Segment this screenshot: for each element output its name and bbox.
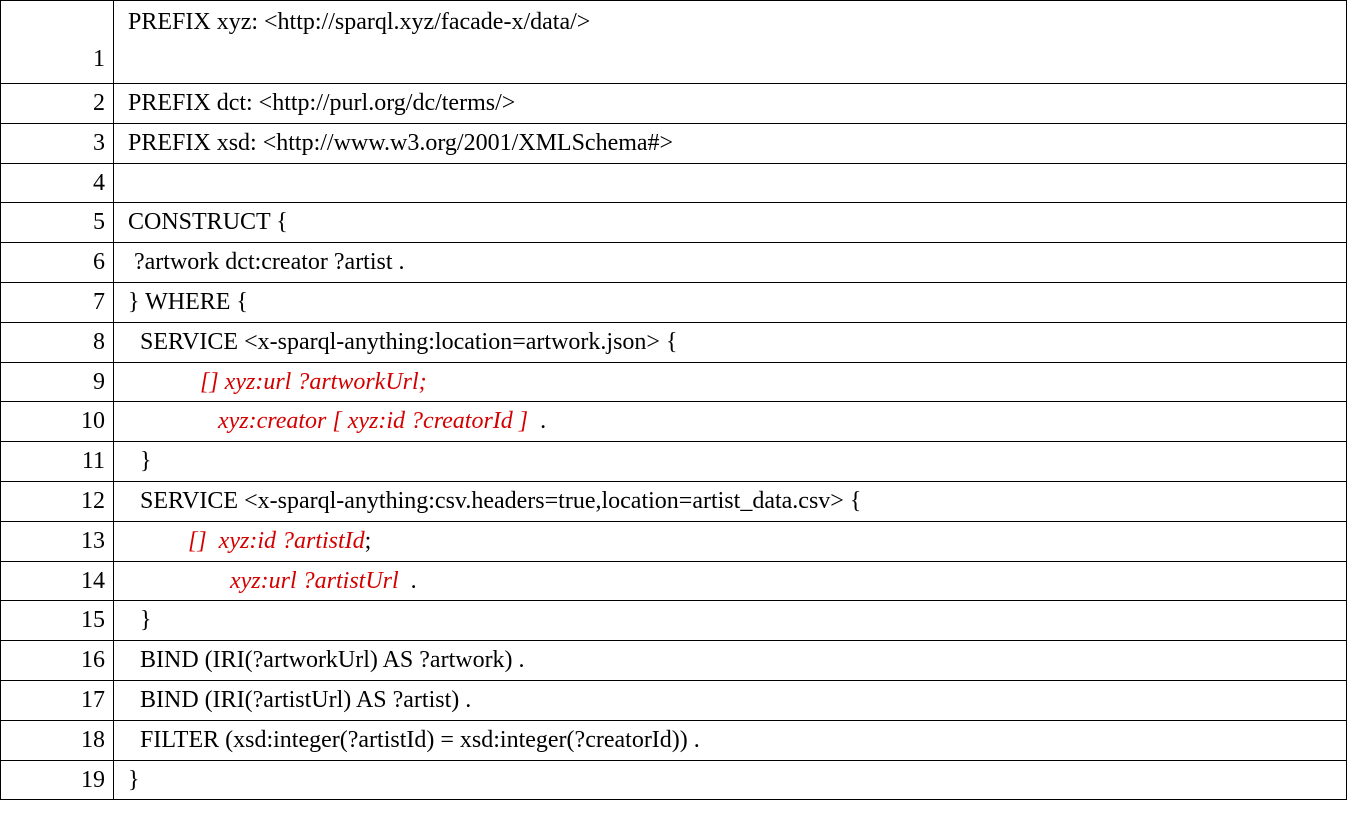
code-row: 7 } WHERE {: [1, 282, 1347, 322]
code-row: 17 BIND (IRI(?artistUrl) AS ?artist) .: [1, 680, 1347, 720]
code-content: xyz:url ?artistUrl .: [114, 561, 1347, 601]
code-row: 13 [] xyz:id ?artistId;: [1, 521, 1347, 561]
code-segment: ;: [365, 528, 372, 554]
code-segment: }: [122, 448, 152, 474]
code-segment: FILTER (xsd:integer(?artistId) = xsd:int…: [122, 727, 700, 753]
code-content: }: [114, 760, 1347, 800]
line-number: 5: [1, 203, 114, 243]
code-row: 3 PREFIX xsd: <http://www.w3.org/2001/XM…: [1, 123, 1347, 163]
code-content: [] xyz:url ?artworkUrl;: [114, 362, 1347, 402]
code-row: 5 CONSTRUCT {: [1, 203, 1347, 243]
code-content: [] xyz:id ?artistId;: [114, 521, 1347, 561]
line-number: 12: [1, 481, 114, 521]
code-segment: .: [534, 408, 546, 434]
code-segment-highlight: xyz:creator [ xyz:id ?creatorId ]: [218, 408, 534, 434]
line-number: 7: [1, 282, 114, 322]
line-number: 16: [1, 641, 114, 681]
code-segment: SERVICE <x-sparql-anything:csv.headers=t…: [122, 488, 861, 514]
code-content: PREFIX xsd: <http://www.w3.org/2001/XMLS…: [114, 123, 1347, 163]
code-segment: ?artwork dct:creator ?artist .: [122, 249, 405, 275]
line-number: 17: [1, 680, 114, 720]
line-number: 13: [1, 521, 114, 561]
code-segment: SERVICE <x-sparql-anything:location=artw…: [122, 329, 677, 355]
code-segment: .: [405, 568, 417, 594]
line-number: 11: [1, 442, 114, 482]
line-number: 6: [1, 243, 114, 283]
code-content: CONSTRUCT {: [114, 203, 1347, 243]
code-row: 1 PREFIX xyz: <http://sparql.xyz/facade-…: [1, 1, 1347, 84]
code-content: xyz:creator [ xyz:id ?creatorId ] .: [114, 402, 1347, 442]
code-row: 15 }: [1, 601, 1347, 641]
code-content: PREFIX xyz: <http://sparql.xyz/facade-x/…: [114, 1, 1347, 84]
code-segment: [122, 408, 218, 434]
code-segment: [122, 369, 200, 395]
code-row: 12 SERVICE <x-sparql-anything:csv.header…: [1, 481, 1347, 521]
line-number: 10: [1, 402, 114, 442]
code-row: 6 ?artwork dct:creator ?artist .: [1, 243, 1347, 283]
code-row: 14 xyz:url ?artistUrl .: [1, 561, 1347, 601]
code-row: 16 BIND (IRI(?artworkUrl) AS ?artwork) .: [1, 641, 1347, 681]
line-number: 18: [1, 720, 114, 760]
code-content: } WHERE {: [114, 282, 1347, 322]
code-content: FILTER (xsd:integer(?artistId) = xsd:int…: [114, 720, 1347, 760]
code-segment: }: [122, 607, 152, 633]
code-row: 8 SERVICE <x-sparql-anything:location=ar…: [1, 322, 1347, 362]
code-content: ?artwork dct:creator ?artist .: [114, 243, 1347, 283]
code-content: }: [114, 601, 1347, 641]
code-segment: BIND (IRI(?artworkUrl) AS ?artwork) .: [122, 647, 525, 673]
code-row: 10 xyz:creator [ xyz:id ?creatorId ] .: [1, 402, 1347, 442]
line-number: 14: [1, 561, 114, 601]
code-segment: PREFIX dct: <http://purl.org/dc/terms/>: [122, 90, 515, 116]
line-number: 8: [1, 322, 114, 362]
line-number: 9: [1, 362, 114, 402]
code-segment: } WHERE {: [122, 289, 248, 315]
line-number: 15: [1, 601, 114, 641]
code-content: }: [114, 442, 1347, 482]
code-content: PREFIX dct: <http://purl.org/dc/terms/>: [114, 84, 1347, 124]
code-segment: CONSTRUCT {: [122, 209, 288, 235]
code-row: 4: [1, 163, 1347, 203]
code-segment-highlight: [] xyz:id ?artistId: [188, 528, 365, 554]
line-number: 2: [1, 84, 114, 124]
line-number: 4: [1, 163, 114, 203]
code-segment: [122, 528, 188, 554]
code-content: SERVICE <x-sparql-anything:location=artw…: [114, 322, 1347, 362]
code-row: 9 [] xyz:url ?artworkUrl;: [1, 362, 1347, 402]
code-listing-table: 1 PREFIX xyz: <http://sparql.xyz/facade-…: [0, 0, 1347, 800]
line-number: 19: [1, 760, 114, 800]
code-segment-highlight: [] xyz:url ?artworkUrl;: [200, 369, 427, 395]
code-content: BIND (IRI(?artworkUrl) AS ?artwork) .: [114, 641, 1347, 681]
code-segment: BIND (IRI(?artistUrl) AS ?artist) .: [122, 687, 471, 713]
code-content: [114, 163, 1347, 203]
code-content: BIND (IRI(?artistUrl) AS ?artist) .: [114, 680, 1347, 720]
code-segment-highlight: xyz:url ?artistUrl: [230, 568, 405, 594]
code-segment: [122, 568, 230, 594]
line-number: 1: [1, 1, 114, 84]
code-segment: }: [122, 767, 140, 793]
line-number: 3: [1, 123, 114, 163]
code-row: 19 }: [1, 760, 1347, 800]
code-segment: PREFIX xyz: <http://sparql.xyz/facade-x/…: [122, 9, 590, 35]
code-row: 2 PREFIX dct: <http://purl.org/dc/terms/…: [1, 84, 1347, 124]
code-row: 18 FILTER (xsd:integer(?artistId) = xsd:…: [1, 720, 1347, 760]
code-content: SERVICE <x-sparql-anything:csv.headers=t…: [114, 481, 1347, 521]
code-row: 11 }: [1, 442, 1347, 482]
code-segment: PREFIX xsd: <http://www.w3.org/2001/XMLS…: [122, 130, 673, 156]
